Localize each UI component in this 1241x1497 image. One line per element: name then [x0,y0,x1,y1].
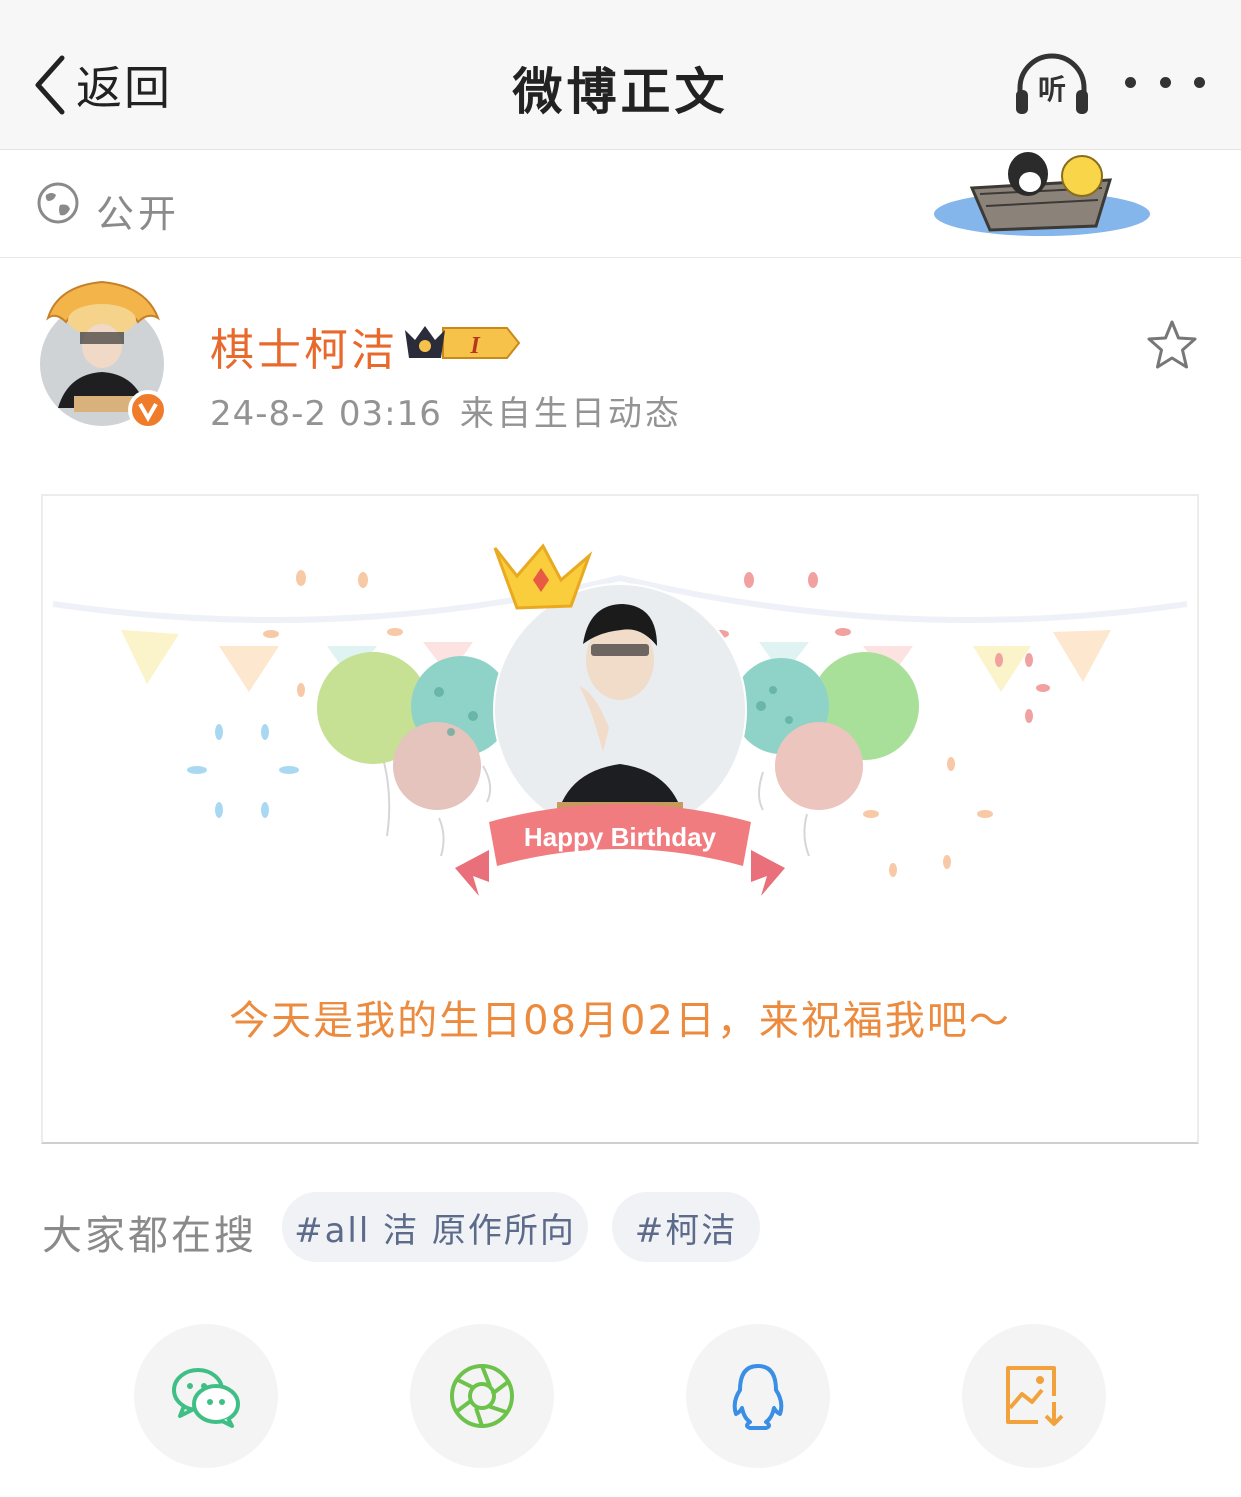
visibility-label: 公开 [96,192,181,236]
listen-button[interactable]: 听 [1012,48,1092,118]
share-wechat-button[interactable] [134,1324,278,1468]
star-favorite-icon[interactable] [1144,318,1200,374]
author-avatar[interactable] [38,278,172,430]
boat-decoration-sticker [934,152,1150,236]
post-meta: 24-8-2 03:16 来自生日动态 [210,386,682,435]
wechat-icon [172,1368,240,1428]
birthday-message: 今天是我的生日08月02日，来祝福我吧～ [229,998,1011,1044]
share-moments-button[interactable] [410,1324,554,1468]
listen-label: 听 [1037,73,1066,106]
post-source: 来自生日动态 [459,394,682,434]
dot-icon [1159,76,1171,88]
share-save-image-button[interactable] [962,1324,1106,1468]
moments-icon [450,1364,514,1428]
qq-icon [732,1364,784,1430]
dot-icon [1125,76,1136,88]
birthday-card[interactable]: Happy Birthday 今天是我的生日08月02日，来祝福我吧～ [41,494,1199,1144]
birthday-banner-text: Happy Birthday [524,822,717,852]
vip-crown-badge-icon: I [405,326,521,359]
trending-label: 大家都在搜 [42,1213,257,1259]
save-image-icon [1006,1366,1064,1426]
post-timestamp: 24-8-2 03:16 [210,394,442,434]
birthday-illustration: Happy Birthday [52,543,1188,896]
dot-icon [1194,76,1205,88]
more-options-button[interactable] [1125,62,1205,102]
vip-level-text: I [469,333,481,359]
share-qq-button[interactable] [686,1324,830,1468]
top-nav-bar: 返回 微博正文 听 [0,0,1241,150]
globe-icon [37,182,79,224]
author-name[interactable]: 棋士柯洁 [210,314,398,378]
trending-tag[interactable]: #all 洁 原作所向 [282,1192,588,1262]
trending-tag[interactable]: #柯洁 [612,1192,760,1262]
